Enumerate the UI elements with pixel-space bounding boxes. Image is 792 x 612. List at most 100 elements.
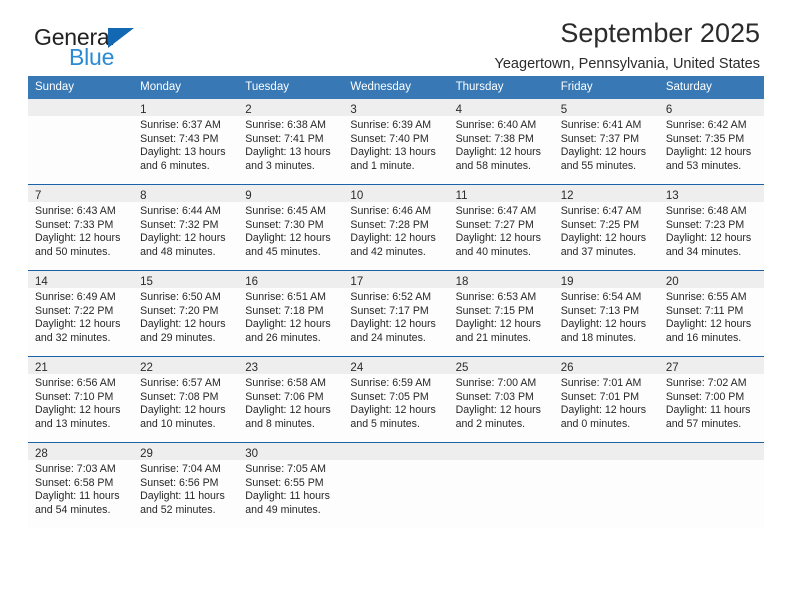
sunset-text: Sunset: 7:17 PM bbox=[350, 304, 429, 317]
calendar-day-cell[interactable]: 3 Sunrise: 6:39 AM Sunset: 7:40 PM Daylight… bbox=[343, 99, 449, 185]
day-cell-body: Sunrise: 6:56 AM Sunset: 7:10 PM Daylight:… bbox=[28, 374, 133, 442]
calendar-day-cell[interactable]: 24 Sunrise: 6:59 AM Sunset: 7:05 PM Dayligh… bbox=[343, 356, 449, 443]
daylight-text: Daylight: 12 hours and 0 minutes. bbox=[560, 404, 647, 430]
calendar-day-cell[interactable]: 17 Sunrise: 6:52 AM Sunset: 7:17 PM Dayligh… bbox=[343, 270, 449, 357]
day-cell-body: Sunrise: 6:40 AM Sunset: 7:38 PM Daylight:… bbox=[449, 116, 554, 184]
calendar-day-cell[interactable]: 10 Sunrise: 6:46 AM Sunset: 7:28 PM Dayligh… bbox=[343, 184, 449, 271]
calendar-day-cell[interactable]: 29 Sunrise: 7:04 AM Sunset: 6:56 PM Dayligh… bbox=[133, 442, 239, 528]
sunset-text: Sunset: 7:03 PM bbox=[455, 390, 534, 403]
calendar-day-cell[interactable]: 6 Sunrise: 6:42 AM Sunset: 7:35 PM Daylight… bbox=[658, 99, 764, 185]
sunset-text: Sunset: 7:10 PM bbox=[35, 390, 114, 403]
sunrise-text: Sunrise: 6:38 AM bbox=[245, 119, 326, 131]
daylight-text: Daylight: 12 hours and 8 minutes. bbox=[245, 404, 331, 430]
page-title: September 2025 bbox=[560, 18, 760, 48]
sunset-text: Sunset: 7:13 PM bbox=[560, 304, 640, 317]
calendar-day-cell[interactable]: 12 Sunrise: 6:47 AM Sunset: 7:25 PM Dayligh… bbox=[553, 184, 659, 271]
day-number-band: 22 bbox=[133, 357, 239, 374]
calendar-day-cell-empty bbox=[553, 442, 659, 528]
calendar-day-cell[interactable]: 22 Sunrise: 6:57 AM Sunset: 7:08 PM Dayligh… bbox=[133, 356, 239, 443]
sunrise-text: Sunrise: 6:37 AM bbox=[140, 119, 221, 131]
sunset-text: Sunset: 7:27 PM bbox=[455, 218, 534, 231]
day-cell-body: Sunrise: 6:52 AM Sunset: 7:17 PM Daylight:… bbox=[343, 288, 448, 356]
sunset-text: Sunset: 7:18 PM bbox=[245, 304, 324, 317]
day-number: 13 bbox=[665, 190, 679, 202]
sunrise-text: Sunrise: 6:52 AM bbox=[350, 291, 432, 303]
sunset-text: Sunset: 7:05 PM bbox=[350, 390, 429, 403]
weekday-header-saturday: Saturday bbox=[658, 76, 764, 99]
sunrise-text: Sunrise: 6:57 AM bbox=[140, 377, 221, 389]
calendar-day-cell[interactable]: 21 Sunrise: 6:56 AM Sunset: 7:10 PM Dayligh… bbox=[28, 356, 134, 443]
daylight-text: Daylight: 13 hours and 3 minutes. bbox=[245, 146, 331, 172]
day-cell-body bbox=[659, 460, 764, 528]
sunrise-text: Sunrise: 6:55 AM bbox=[665, 291, 747, 303]
day-cell-body: Sunrise: 7:00 AM Sunset: 7:03 PM Daylight:… bbox=[449, 374, 554, 442]
calendar-day-cell[interactable]: 8 Sunrise: 6:44 AM Sunset: 7:32 PM Daylight… bbox=[133, 184, 239, 271]
calendar-day-cell-empty bbox=[343, 442, 449, 528]
day-number-band: 10 bbox=[343, 185, 449, 202]
calendar-day-cell[interactable]: 13 Sunrise: 6:48 AM Sunset: 7:23 PM Dayligh… bbox=[658, 184, 764, 271]
calendar-day-cell[interactable]: 7 Sunrise: 6:43 AM Sunset: 7:33 PM Daylight… bbox=[28, 184, 134, 271]
sunrise-text: Sunrise: 6:54 AM bbox=[560, 291, 642, 303]
day-cell-body: Sunrise: 6:45 AM Sunset: 7:30 PM Daylight:… bbox=[238, 202, 343, 270]
general-blue-logo[interactable]: General Blue bbox=[34, 26, 204, 74]
sunset-text: Sunset: 7:32 PM bbox=[140, 218, 219, 231]
calendar-day-cell[interactable]: 28 Sunrise: 7:03 AM Sunset: 6:58 PM Dayligh… bbox=[28, 442, 134, 528]
sunset-text: Sunset: 7:30 PM bbox=[245, 218, 324, 231]
day-cell-body: Sunrise: 6:59 AM Sunset: 7:05 PM Daylight:… bbox=[343, 374, 448, 442]
day-number-band bbox=[28, 99, 134, 116]
calendar-body: 1 Sunrise: 6:37 AM Sunset: 7:43 PM Daylight… bbox=[28, 99, 764, 528]
daylight-text: Daylight: 12 hours and 24 minutes. bbox=[350, 318, 436, 344]
calendar-day-cell[interactable]: 5 Sunrise: 6:41 AM Sunset: 7:37 PM Daylight… bbox=[553, 99, 659, 185]
calendar-day-cell[interactable]: 20 Sunrise: 6:55 AM Sunset: 7:11 PM Dayligh… bbox=[658, 270, 764, 357]
daylight-text: Daylight: 13 hours and 6 minutes. bbox=[140, 146, 226, 172]
calendar-day-cell[interactable]: 23 Sunrise: 6:58 AM Sunset: 7:06 PM Dayligh… bbox=[238, 356, 344, 443]
calendar-day-cell[interactable]: 27 Sunrise: 7:02 AM Sunset: 7:00 PM Dayligh… bbox=[658, 356, 764, 443]
calendar-day-cell[interactable]: 19 Sunrise: 6:54 AM Sunset: 7:13 PM Dayligh… bbox=[553, 270, 659, 357]
calendar-day-cell[interactable]: 18 Sunrise: 6:53 AM Sunset: 7:15 PM Dayligh… bbox=[448, 270, 554, 357]
sunrise-text: Sunrise: 7:01 AM bbox=[560, 377, 642, 389]
calendar-day-cell[interactable]: 11 Sunrise: 6:47 AM Sunset: 7:27 PM Dayligh… bbox=[448, 184, 554, 271]
calendar-day-cell[interactable]: 16 Sunrise: 6:51 AM Sunset: 7:18 PM Dayligh… bbox=[238, 270, 344, 357]
sunrise-text: Sunrise: 6:40 AM bbox=[455, 119, 537, 131]
calendar-day-cell[interactable]: 30 Sunrise: 7:05 AM Sunset: 6:55 PM Dayligh… bbox=[238, 442, 344, 528]
sunset-text: Sunset: 7:33 PM bbox=[35, 218, 114, 231]
calendar-day-cell[interactable]: 14 Sunrise: 6:49 AM Sunset: 7:22 PM Dayligh… bbox=[28, 270, 134, 357]
daylight-text: Daylight: 12 hours and 5 minutes. bbox=[350, 404, 436, 430]
sunrise-sunset-calendar-table: Sunday Monday Tuesday Wednesday Thursday… bbox=[28, 76, 764, 528]
weekday-header-thursday: Thursday bbox=[448, 76, 554, 99]
day-number: 1 bbox=[140, 104, 147, 116]
calendar-week-row: 1 Sunrise: 6:37 AM Sunset: 7:43 PM Daylight… bbox=[28, 99, 764, 185]
calendar-day-cell[interactable]: 15 Sunrise: 6:50 AM Sunset: 7:20 PM Dayligh… bbox=[133, 270, 239, 357]
day-cell-body bbox=[343, 460, 448, 528]
day-number-band bbox=[658, 443, 764, 460]
day-number-band: 29 bbox=[133, 443, 239, 460]
day-cell-body: Sunrise: 6:55 AM Sunset: 7:11 PM Daylight:… bbox=[659, 288, 764, 356]
sunrise-text: Sunrise: 6:59 AM bbox=[350, 377, 432, 389]
calendar-day-cell-empty bbox=[658, 442, 764, 528]
sunset-text: Sunset: 6:55 PM bbox=[245, 476, 324, 489]
daylight-text: Daylight: 12 hours and 34 minutes. bbox=[665, 232, 752, 258]
sunrise-text: Sunrise: 7:02 AM bbox=[665, 377, 747, 389]
sunrise-text: Sunrise: 7:03 AM bbox=[35, 463, 116, 475]
day-cell-body: Sunrise: 7:05 AM Sunset: 6:55 PM Daylight:… bbox=[238, 460, 343, 528]
sunset-text: Sunset: 7:08 PM bbox=[140, 390, 219, 403]
calendar-day-cell[interactable]: 2 Sunrise: 6:38 AM Sunset: 7:41 PM Daylight… bbox=[238, 99, 344, 185]
calendar-day-cell[interactable]: 4 Sunrise: 6:40 AM Sunset: 7:38 PM Daylight… bbox=[448, 99, 554, 185]
sunset-text: Sunset: 7:11 PM bbox=[665, 304, 744, 317]
calendar-day-cell[interactable]: 9 Sunrise: 6:45 AM Sunset: 7:30 PM Daylight… bbox=[238, 184, 344, 271]
daylight-text: Daylight: 12 hours and 53 minutes. bbox=[665, 146, 752, 172]
day-number-band: 16 bbox=[238, 271, 344, 288]
day-number: 12 bbox=[560, 190, 574, 202]
calendar-week-row: 14 Sunrise: 6:49 AM Sunset: 7:22 PM Dayligh… bbox=[28, 270, 764, 357]
calendar-day-cell[interactable]: 1 Sunrise: 6:37 AM Sunset: 7:43 PM Daylight… bbox=[133, 99, 239, 185]
daylight-text: Daylight: 12 hours and 42 minutes. bbox=[350, 232, 436, 258]
calendar-day-cell[interactable]: 25 Sunrise: 7:00 AM Sunset: 7:03 PM Dayligh… bbox=[448, 356, 554, 443]
day-number: 3 bbox=[350, 104, 357, 116]
day-number-band: 15 bbox=[133, 271, 239, 288]
day-number: 25 bbox=[455, 362, 469, 374]
sunset-text: Sunset: 7:38 PM bbox=[455, 132, 534, 145]
weekday-header-monday: Monday bbox=[133, 76, 239, 99]
day-cell-body: Sunrise: 6:53 AM Sunset: 7:15 PM Daylight:… bbox=[449, 288, 554, 356]
calendar-day-cell[interactable]: 26 Sunrise: 7:01 AM Sunset: 7:01 PM Dayligh… bbox=[553, 356, 659, 443]
day-number-band: 12 bbox=[553, 185, 659, 202]
